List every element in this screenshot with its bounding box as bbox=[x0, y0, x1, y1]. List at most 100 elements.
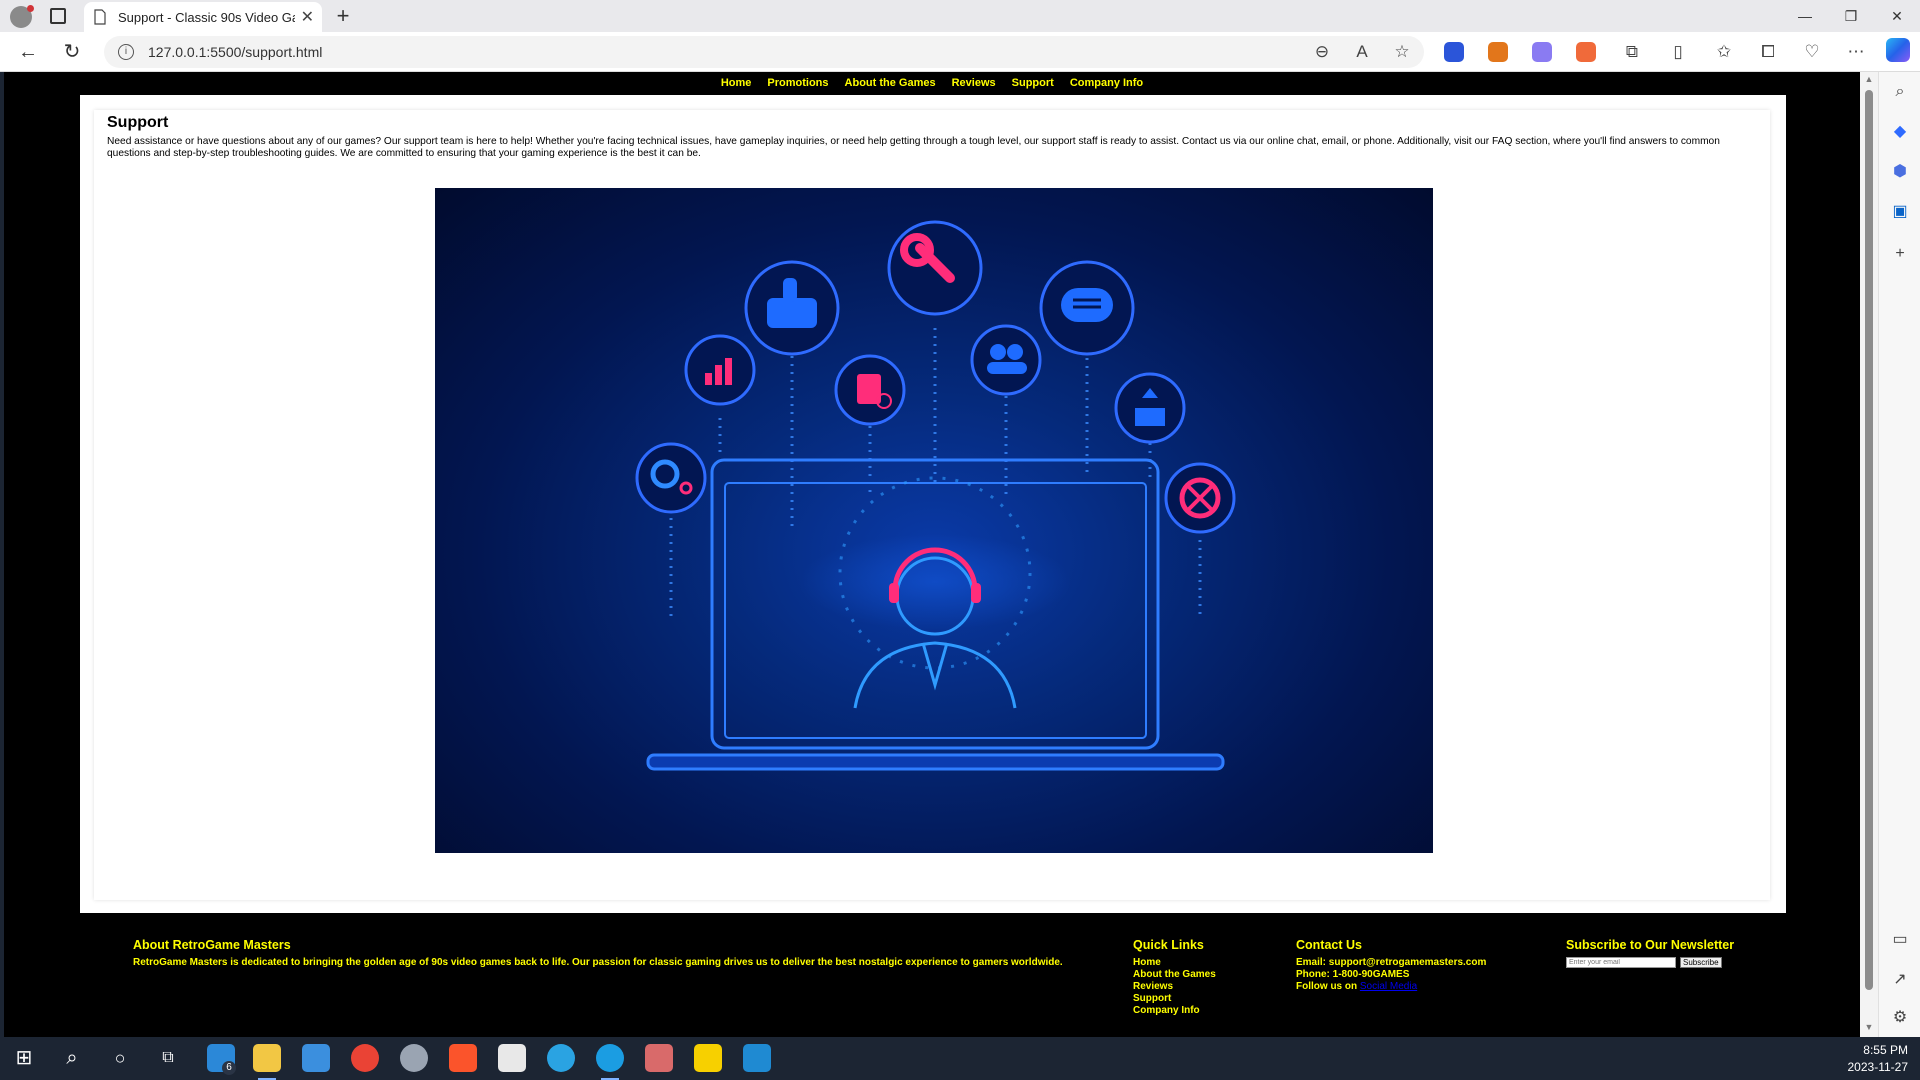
page-icon bbox=[94, 9, 106, 25]
footer-about: About RetroGame Masters RetroGame Master… bbox=[133, 938, 1073, 969]
site-footer: About RetroGame Masters RetroGame Master… bbox=[4, 913, 1860, 1037]
profile-icon[interactable] bbox=[10, 5, 34, 28]
favorites-icon[interactable]: ✩ bbox=[1712, 40, 1736, 64]
vscode-icon[interactable] bbox=[743, 1044, 771, 1072]
clock-date: 2023-11-27 bbox=[1847, 1060, 1909, 1074]
read-aloud-icon[interactable]: A bbox=[1350, 40, 1374, 64]
footer-link-company-info[interactable]: Company Info bbox=[1133, 1005, 1200, 1016]
support-hero-image bbox=[435, 188, 1433, 853]
new-tab-button[interactable]: + bbox=[330, 4, 356, 30]
sidebar-layout-icon[interactable]: ▭ bbox=[1890, 930, 1910, 950]
search-icon[interactable]: ⌕ bbox=[1890, 82, 1910, 102]
minimize-button[interactable]: — bbox=[1782, 0, 1828, 32]
browser-essentials-icon[interactable]: ♡ bbox=[1800, 40, 1824, 64]
customer-support-illustration bbox=[635, 220, 1236, 771]
task-view-icon[interactable]: ⧉ bbox=[154, 1044, 182, 1072]
footer-quick-links: Quick Links Home About the Games Reviews… bbox=[1133, 938, 1216, 1017]
extensions-puzzle-icon[interactable]: ⧉ bbox=[1620, 40, 1644, 64]
newsletter-email-input[interactable] bbox=[1566, 957, 1676, 968]
social-media-link[interactable]: Social Media bbox=[1360, 981, 1417, 992]
extension-icon[interactable] bbox=[1576, 42, 1596, 62]
footer-link-home[interactable]: Home bbox=[1133, 957, 1161, 968]
tab-actions-icon[interactable] bbox=[50, 8, 66, 24]
support-description: Need assistance or have questions about … bbox=[107, 136, 1720, 159]
page-viewport: Home Promotions About the Games Reviews … bbox=[4, 72, 1860, 1037]
nav-company-info[interactable]: Company Info bbox=[1070, 72, 1143, 95]
footer-contact-title: Contact Us bbox=[1296, 938, 1362, 952]
cortana-icon[interactable]: ○ bbox=[106, 1044, 134, 1072]
back-button[interactable]: ← bbox=[14, 38, 42, 66]
edge-icon[interactable] bbox=[596, 1044, 624, 1072]
nav-promotions[interactable]: Promotions bbox=[767, 72, 828, 95]
nav-home[interactable]: Home bbox=[721, 72, 752, 95]
browser-toolbar: ← ↻ i 127.0.0.1:5500/support.html ⊖ A ☆ … bbox=[0, 32, 1920, 72]
restore-button[interactable]: ❐ bbox=[1828, 0, 1874, 32]
shopping-tag-icon[interactable]: ◆ bbox=[1890, 122, 1910, 142]
telegram-icon[interactable] bbox=[547, 1044, 575, 1072]
footer-link-support[interactable]: Support bbox=[1133, 993, 1171, 1004]
settings-gear-icon[interactable]: ⚙ bbox=[1890, 1008, 1910, 1028]
contact-email: Email: support@retrogamemasters.com bbox=[1296, 957, 1487, 968]
page-title: Support bbox=[107, 114, 169, 131]
support-section: Support Need assistance or have question… bbox=[94, 110, 1770, 900]
page-scrollbar[interactable]: ▲ ▼ bbox=[1860, 72, 1878, 1037]
address-bar[interactable]: i 127.0.0.1:5500/support.html bbox=[104, 36, 1424, 68]
browser-tab[interactable]: Support - Classic 90s Video Gam ✕ bbox=[84, 2, 322, 32]
zoom-out-icon[interactable]: ⊖ bbox=[1310, 40, 1334, 64]
edge-sidebar: ⌕ ◆ ⬢ ▣ + ▭ ↗ ⚙ bbox=[1878, 72, 1920, 1037]
brave-icon[interactable] bbox=[449, 1044, 477, 1072]
footer-about-text: RetroGame Masters is dedicated to bringi… bbox=[133, 957, 1063, 968]
scroll-up-icon[interactable]: ▲ bbox=[1863, 74, 1875, 86]
browser-titlebar: Support - Classic 90s Video Gam ✕ + — ❐ … bbox=[0, 0, 1920, 32]
chat-bubble-icon bbox=[1061, 288, 1113, 322]
site-info-icon[interactable]: i bbox=[118, 44, 134, 60]
nav-support[interactable]: Support bbox=[1012, 72, 1054, 95]
close-tab-icon[interactable]: ✕ bbox=[301, 7, 314, 27]
add-sidebar-app-icon[interactable]: + bbox=[1890, 244, 1910, 264]
extension-icon[interactable] bbox=[1444, 42, 1464, 62]
sticky-notes-icon[interactable] bbox=[694, 1044, 722, 1072]
scroll-down-icon[interactable]: ▼ bbox=[1863, 1022, 1875, 1034]
copilot-icon[interactable] bbox=[1886, 38, 1910, 62]
chrome-icon[interactable] bbox=[351, 1044, 379, 1072]
tab-title: Support - Classic 90s Video Gam bbox=[118, 9, 295, 25]
footer-link-about-the-games[interactable]: About the Games bbox=[1133, 969, 1216, 980]
footer-link-reviews[interactable]: Reviews bbox=[1133, 981, 1173, 992]
url-text: 127.0.0.1:5500/support.html bbox=[148, 44, 323, 60]
refresh-button[interactable]: ↻ bbox=[58, 38, 86, 66]
system-clock[interactable]: 8:55 PM 2023-11-27 bbox=[1848, 1042, 1909, 1076]
file-explorer-icon[interactable] bbox=[253, 1044, 281, 1072]
outlook-icon[interactable]: ▣ bbox=[1890, 202, 1910, 222]
footer-quick-links-title: Quick Links bbox=[1133, 938, 1204, 952]
windows-start-icon[interactable]: ⊞ bbox=[10, 1044, 38, 1072]
extension-icon[interactable] bbox=[1532, 42, 1552, 62]
footer-about-title: About RetroGame Masters bbox=[133, 938, 291, 952]
search-icon[interactable]: ⌕ bbox=[58, 1044, 86, 1072]
more-options-icon[interactable]: ⋯ bbox=[1844, 40, 1868, 64]
content-panel: Support Need assistance or have question… bbox=[80, 95, 1786, 913]
clock-time: 8:55 PM bbox=[1863, 1043, 1908, 1057]
split-screen-icon[interactable]: ▯ bbox=[1666, 40, 1690, 64]
footer-contact: Contact Us Email: support@retrogamemaste… bbox=[1296, 938, 1486, 993]
office-icon[interactable]: ⬢ bbox=[1890, 162, 1910, 182]
nav-about-the-games[interactable]: About the Games bbox=[845, 72, 936, 95]
subscribe-button[interactable]: Subscribe bbox=[1680, 957, 1722, 968]
todo-count-badge: 6 bbox=[222, 1061, 236, 1075]
app-icon[interactable] bbox=[400, 1044, 428, 1072]
collections-icon[interactable]: ⧠ bbox=[1756, 40, 1780, 64]
scrollbar-thumb[interactable] bbox=[1865, 90, 1873, 990]
windows-taskbar: ⊞ ⌕ ○ ⧉ bbox=[0, 1037, 1920, 1080]
newsletter-title: Subscribe to Our Newsletter bbox=[1566, 938, 1735, 952]
checkmark-app-icon[interactable] bbox=[498, 1044, 526, 1072]
footer-newsletter: Subscribe to Our Newsletter Subscribe bbox=[1566, 938, 1734, 968]
follow-us-text: Follow us on bbox=[1296, 981, 1358, 992]
paint-icon[interactable] bbox=[645, 1044, 673, 1072]
favorite-star-icon[interactable]: ☆ bbox=[1390, 40, 1414, 64]
close-window-button[interactable]: ✕ bbox=[1874, 0, 1920, 32]
metamask-icon[interactable] bbox=[1488, 42, 1508, 62]
contact-phone: Phone: 1-800-90GAMES bbox=[1296, 969, 1410, 980]
open-external-icon[interactable]: ↗ bbox=[1890, 970, 1910, 990]
nav-reviews[interactable]: Reviews bbox=[952, 72, 996, 95]
site-nav: Home Promotions About the Games Reviews … bbox=[4, 72, 1860, 95]
mail-icon[interactable] bbox=[302, 1044, 330, 1072]
